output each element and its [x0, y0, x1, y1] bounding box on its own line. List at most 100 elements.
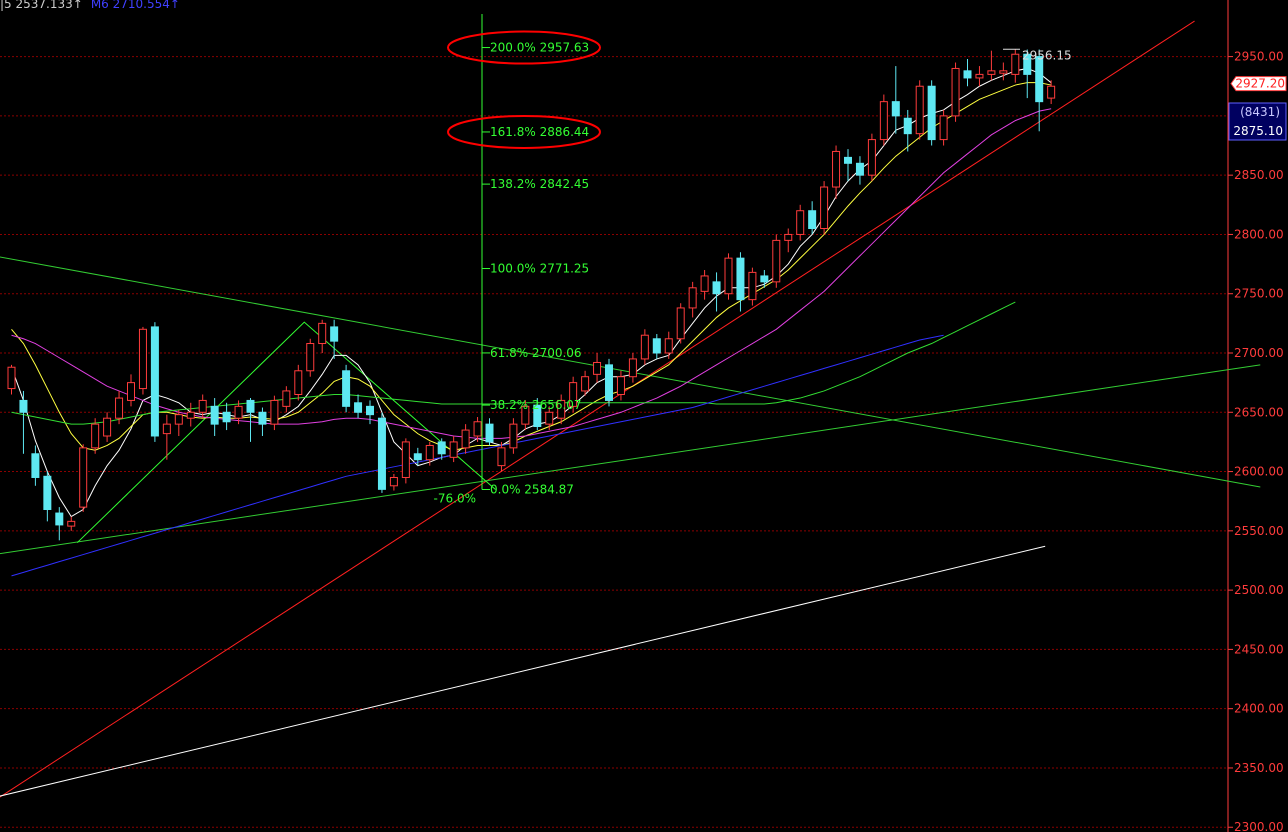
candle-body	[377, 417, 386, 490]
candle-body	[963, 70, 972, 79]
candle-body	[605, 364, 613, 401]
candle-body	[162, 423, 171, 435]
high-price-label: 2956.15	[1022, 48, 1072, 62]
candle	[377, 412, 386, 493]
candle-body	[1035, 56, 1044, 103]
candle	[808, 201, 817, 235]
candle-body	[389, 476, 398, 487]
fib-level-label: 0.0% 2584.87	[490, 482, 574, 496]
candle-body	[736, 257, 745, 301]
y-tick-label: 2400.00	[1234, 702, 1284, 716]
candle	[246, 398, 255, 442]
candle-body	[628, 358, 637, 378]
ma-header: |5 2537.133↑ M6 2710.554↑	[0, 0, 180, 11]
candle-body	[174, 414, 183, 425]
candle-body	[939, 115, 948, 141]
candle	[855, 156, 864, 185]
trend-line	[0, 545, 1046, 797]
candle	[712, 272, 721, 312]
candle	[186, 402, 195, 427]
candle-body	[318, 322, 327, 345]
candle	[389, 473, 398, 491]
candle-body	[903, 117, 912, 135]
candle	[366, 400, 374, 425]
candle-body	[760, 275, 769, 283]
candle	[664, 331, 673, 359]
candle	[318, 319, 327, 353]
candle-body	[306, 343, 315, 372]
candle	[593, 353, 602, 383]
candle-body	[1011, 53, 1020, 75]
candlestick-chart[interactable]: 2300.00 2350.00 2400.00 2450.00 2500.00 2550.…	[0, 0, 1288, 832]
candle-body	[545, 411, 554, 425]
y-tick-label: 2750.00	[1234, 287, 1284, 301]
candle-body	[449, 441, 458, 458]
candle-body	[7, 366, 16, 390]
fib-level-label: 100.0% 2771.25	[490, 262, 589, 276]
y-tick-label: 2550.00	[1234, 524, 1284, 538]
candle-body	[1047, 85, 1056, 99]
candle	[652, 334, 661, 359]
candle	[999, 62, 1008, 81]
candle-body	[712, 281, 721, 295]
candle-body	[581, 376, 590, 392]
candle	[975, 66, 984, 87]
candle-body	[485, 423, 494, 443]
ma6-label: M6 2710.554↑	[90, 0, 180, 11]
fib-level-label: 38.2% 2656.07	[490, 398, 582, 412]
y-tick-label: 2800.00	[1234, 227, 1284, 241]
fib-level-label: 161.8% 2886.44	[490, 125, 589, 139]
candle-body	[640, 334, 649, 360]
candle	[844, 149, 852, 182]
y-tick-label: 2300.00	[1234, 820, 1284, 832]
candle-body	[987, 70, 996, 75]
candle-body	[688, 287, 697, 309]
candle-body	[844, 156, 852, 164]
fib-level-label: 200.0% 2957.63	[490, 41, 589, 55]
candle-body	[509, 423, 518, 449]
candle	[43, 471, 52, 522]
candle	[640, 329, 649, 365]
candle	[688, 281, 697, 318]
candle-body	[270, 399, 279, 425]
candle	[628, 353, 637, 383]
candle	[796, 204, 805, 241]
y-tick-label: 2850.00	[1234, 168, 1284, 182]
candle-body	[401, 441, 410, 478]
candle	[939, 109, 948, 146]
candle	[724, 253, 733, 300]
candle-body	[796, 210, 805, 235]
candle-body	[461, 429, 470, 449]
candle-body	[820, 186, 829, 230]
candle	[915, 80, 924, 140]
candle	[55, 507, 64, 541]
candle-body	[999, 70, 1008, 74]
candle-body	[724, 257, 733, 295]
fib-side-label: -76.0%	[434, 491, 476, 505]
candle-body	[127, 382, 135, 401]
candle	[1011, 49, 1020, 83]
candle	[772, 234, 781, 288]
candle	[425, 441, 434, 466]
candle-body	[342, 370, 351, 407]
y-tick-label: 2600.00	[1234, 465, 1284, 479]
candle-body	[210, 405, 219, 425]
candle	[127, 374, 135, 407]
candle-body	[867, 139, 876, 176]
candle	[342, 364, 351, 413]
candle-body	[915, 85, 924, 135]
candle	[879, 94, 888, 146]
candle	[927, 80, 936, 146]
candle	[987, 50, 996, 81]
candle	[605, 358, 613, 407]
candle-body	[855, 162, 864, 176]
candle	[485, 418, 494, 446]
ma5-label: |5 2537.133↑	[0, 0, 83, 11]
fib-level-label: 61.8% 2700.06	[490, 346, 582, 360]
candle-body	[951, 67, 960, 117]
candle	[748, 267, 757, 306]
candle-body	[198, 399, 207, 413]
candle-body	[652, 338, 661, 354]
candle	[150, 322, 159, 442]
candle	[138, 326, 147, 395]
